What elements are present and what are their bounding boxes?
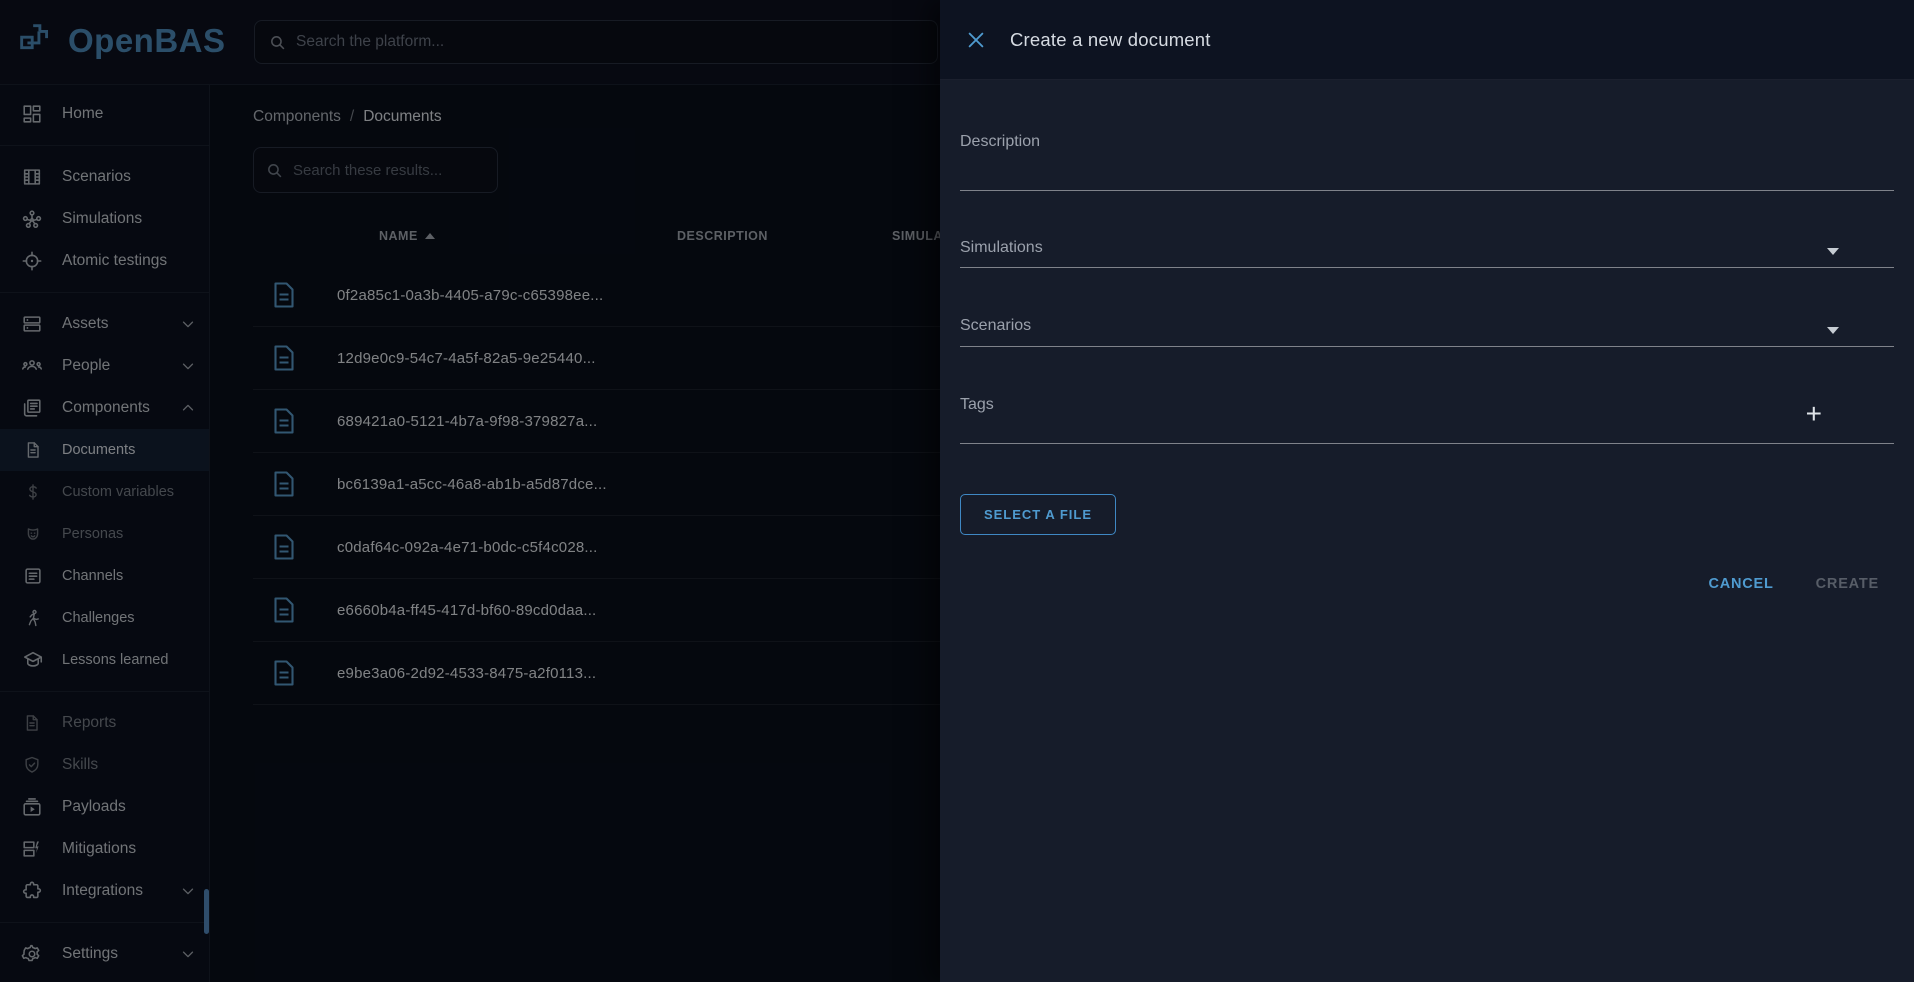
scenarios-select-label: Scenarios	[960, 317, 1031, 335]
drawer-actions: CANCEL CREATE	[1706, 570, 1881, 598]
drawer-body: Description Simulations Scenarios Tags +…	[940, 80, 1914, 982]
create-button[interactable]: CREATE	[1814, 570, 1881, 598]
tags-field-underline	[960, 443, 1894, 444]
simulations-select-underline	[960, 267, 1894, 268]
close-icon	[966, 30, 986, 50]
select-file-button[interactable]: SELECT A FILE	[960, 494, 1116, 535]
description-field-underline	[960, 190, 1894, 191]
tags-field-label: Tags	[960, 396, 994, 414]
drawer-header: Create a new document	[940, 0, 1914, 80]
description-field-label: Description	[960, 133, 1040, 151]
create-document-drawer: Create a new document Description Simula…	[940, 0, 1914, 982]
openbas-app: OpenBAS Search the platform... HomeScena…	[0, 0, 1914, 982]
cancel-button[interactable]: CANCEL	[1706, 570, 1775, 598]
drawer-title: Create a new document	[1010, 29, 1211, 51]
scenarios-select-underline	[960, 346, 1894, 347]
dropdown-arrow-icon[interactable]	[1827, 327, 1839, 334]
add-tag-button[interactable]: +	[1806, 400, 1822, 428]
close-drawer-button[interactable]	[956, 20, 996, 60]
simulations-select-label: Simulations	[960, 239, 1043, 257]
drawer-backdrop[interactable]	[0, 0, 940, 982]
dropdown-arrow-icon[interactable]	[1827, 248, 1839, 255]
